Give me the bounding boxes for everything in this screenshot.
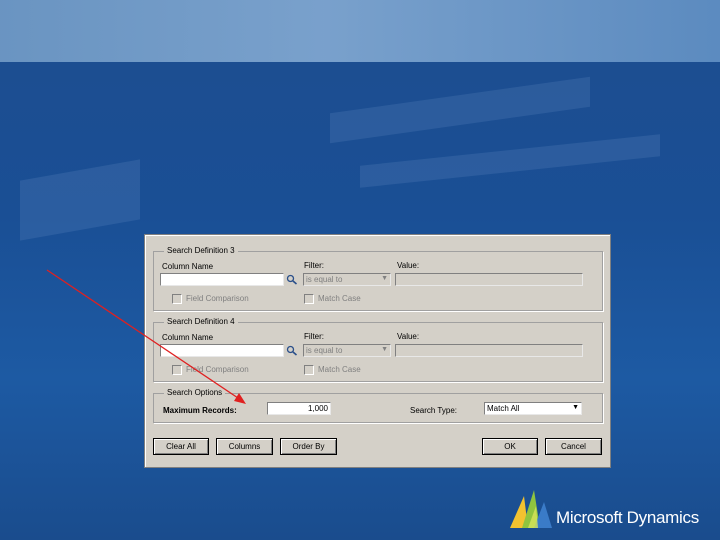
microsoft-dynamics-logo bbox=[510, 490, 552, 528]
annotation-arrow bbox=[46, 269, 246, 404]
brand-name: Microsoft Dynamics bbox=[556, 508, 699, 527]
